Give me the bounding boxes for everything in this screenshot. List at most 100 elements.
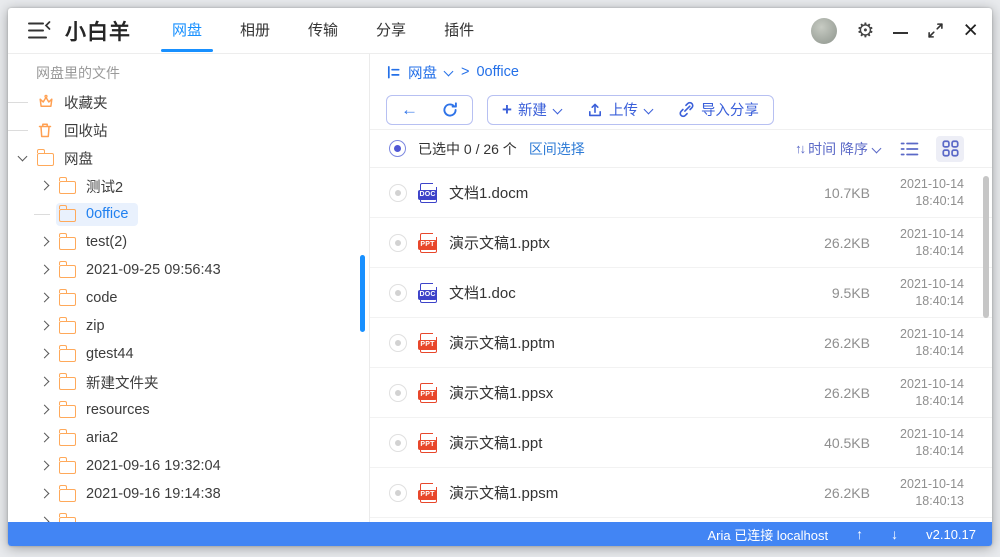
file-list-scrollbar-thumb[interactable]	[983, 176, 989, 318]
sidebar-folder-item[interactable]: 回收站	[8, 116, 369, 144]
sidebar-folder-item[interactable]: gtest44	[8, 340, 369, 368]
file-row[interactable]: DOC 文档1.docm 10.7KB 2021-10-14 18:40:14	[370, 168, 992, 218]
sidebar-folder-item[interactable]: aria2	[8, 424, 369, 452]
breadcrumb-current[interactable]: 0office	[476, 64, 518, 80]
sidebar-folder-item[interactable]	[8, 508, 369, 522]
favorites-crown-icon	[39, 94, 53, 107]
minimize-button[interactable]	[893, 28, 909, 34]
nav-tab[interactable]: 网盘	[153, 8, 221, 54]
file-radio-icon[interactable]	[389, 483, 407, 502]
tree-expander-icon[interactable]	[36, 290, 56, 306]
tree-expander-icon[interactable]	[36, 346, 56, 362]
file-name[interactable]: 文档1.doc	[449, 282, 516, 303]
user-avatar[interactable]	[811, 17, 838, 44]
sidebar-folder-item[interactable]: code	[8, 284, 369, 312]
file-name[interactable]: 演示文稿1.ppsm	[449, 482, 558, 503]
breadcrumb-root[interactable]: 网盘	[408, 62, 437, 83]
file-name[interactable]: 文档1.docm	[449, 182, 528, 203]
file-name[interactable]: 演示文稿1.ppt	[449, 432, 542, 453]
import-share-button[interactable]: 导入分享	[666, 96, 771, 124]
nav-tab[interactable]: 插件	[425, 8, 493, 54]
upload-status-arrow-icon[interactable]: ↑	[856, 526, 863, 542]
file-row[interactable]: PPT 演示文稿1.ppsm 26.2KB 2021-10-14 18:40:13	[370, 468, 992, 518]
file-type-icon: DOC	[418, 282, 438, 303]
status-bar: Aria 已连接 localhost ↑ ↓ v2.10.17	[8, 522, 992, 546]
tree-expander-icon[interactable]	[36, 262, 56, 278]
tree-expander-icon	[8, 122, 34, 138]
nav-tab[interactable]: 传输	[289, 8, 357, 54]
file-row[interactable]: PPT 演示文稿1.pptm 26.2KB 2021-10-14 18:40:14	[370, 318, 992, 368]
tree-expander-icon[interactable]	[36, 374, 56, 390]
file-name[interactable]: 演示文稿1.ppsx	[449, 382, 553, 403]
file-radio-icon[interactable]	[389, 383, 407, 402]
sidebar-folder-item[interactable]: 收藏夹	[8, 88, 369, 116]
sidebar-folder-item[interactable]: 0office	[8, 200, 369, 228]
folder-icon	[58, 261, 76, 278]
file-row[interactable]: DOC 文档1.doc 9.5KB 2021-10-14 18:40:14	[370, 268, 992, 318]
back-button[interactable]: ←	[389, 96, 430, 124]
list-view-button[interactable]	[895, 136, 923, 162]
tree-expander-icon[interactable]	[14, 150, 34, 166]
file-radio-icon[interactable]	[389, 433, 407, 452]
sort-control[interactable]: ↑↓ 时间 降序	[795, 139, 882, 159]
file-type-badge: PPT	[418, 389, 437, 400]
tree-expander-icon[interactable]	[36, 458, 56, 474]
tree-expander-icon[interactable]	[36, 430, 56, 446]
tree-expander-icon[interactable]	[36, 234, 56, 250]
chevron-down-icon[interactable]	[444, 67, 454, 77]
folder-icon	[58, 205, 76, 222]
sidebar-folder-item[interactable]: resources	[8, 396, 369, 424]
settings-gear-icon[interactable]: ⚙	[856, 21, 874, 41]
new-button[interactable]: + 新建	[490, 96, 575, 124]
file-type-badge: PPT	[418, 489, 437, 500]
nav-tab[interactable]: 分享	[357, 8, 425, 54]
download-status-arrow-icon[interactable]: ↓	[891, 526, 898, 542]
folder-icon	[58, 429, 76, 446]
sidebar-folder-item[interactable]: test(2)	[8, 228, 369, 256]
trash-icon	[38, 122, 52, 137]
file-type-icon: PPT	[418, 332, 438, 353]
file-size: 26.2KB	[824, 234, 870, 251]
sidebar-item-label: test(2)	[86, 234, 128, 250]
refresh-button[interactable]	[430, 96, 470, 124]
file-radio-icon[interactable]	[389, 183, 407, 202]
upload-button[interactable]: 上传	[575, 96, 666, 124]
file-radio-icon[interactable]	[389, 233, 407, 252]
range-select-link[interactable]: 区间选择	[529, 139, 585, 159]
select-all-radio-icon[interactable]	[389, 140, 406, 157]
file-date: 2021-10-14 18:40:14	[900, 226, 964, 258]
sidebar-folder-item[interactable]: zip	[8, 312, 369, 340]
file-row[interactable]: PPT 演示文稿1.ppt 40.5KB 2021-10-14 18:40:14	[370, 418, 992, 468]
folder-icon	[58, 177, 76, 194]
file-type-icon: PPT	[418, 482, 438, 503]
sidebar-folder-item[interactable]: 新建文件夹	[8, 368, 369, 396]
refresh-icon	[443, 101, 457, 117]
tree-expander-icon[interactable]	[36, 514, 56, 522]
sidebar-scrollbar-thumb[interactable]	[360, 255, 365, 332]
tree-expander-icon[interactable]	[36, 486, 56, 502]
file-radio-icon[interactable]	[389, 333, 407, 352]
grid-view-button[interactable]	[936, 135, 964, 162]
menu-fold-icon[interactable]	[26, 21, 52, 40]
sidebar-folder-item[interactable]: 2021-09-25 09:56:43	[8, 256, 369, 284]
sidebar-folder-item[interactable]: 网盘	[8, 144, 369, 172]
maximize-button[interactable]	[927, 22, 944, 39]
chevron-down-icon	[872, 144, 882, 154]
breadcrumb: 网盘 > 0office	[370, 54, 992, 90]
nav-button-group: ←	[386, 94, 473, 125]
nav-tab[interactable]: 相册	[221, 8, 289, 54]
tree-expander-icon[interactable]	[36, 178, 56, 194]
file-name[interactable]: 演示文稿1.pptm	[449, 332, 555, 353]
file-name[interactable]: 演示文稿1.pptx	[449, 232, 550, 253]
file-row[interactable]: PPT 演示文稿1.pptx 26.2KB 2021-10-14 18:40:14	[370, 218, 992, 268]
sidebar-item-label: 收藏夹	[64, 95, 108, 112]
tree-expander-icon	[8, 94, 34, 110]
sidebar-folder-item[interactable]: 2021-09-16 19:14:38	[8, 480, 369, 508]
tree-expander-icon[interactable]	[36, 318, 56, 334]
file-row[interactable]: PPT 演示文稿1.ppsx 26.2KB 2021-10-14 18:40:14	[370, 368, 992, 418]
sidebar-folder-item[interactable]: 2021-09-16 19:32:04	[8, 452, 369, 480]
tree-expander-icon[interactable]	[36, 402, 56, 418]
sidebar-folder-item[interactable]: 测试2	[8, 172, 369, 200]
file-radio-icon[interactable]	[389, 283, 407, 302]
close-button[interactable]: ×	[963, 18, 978, 43]
